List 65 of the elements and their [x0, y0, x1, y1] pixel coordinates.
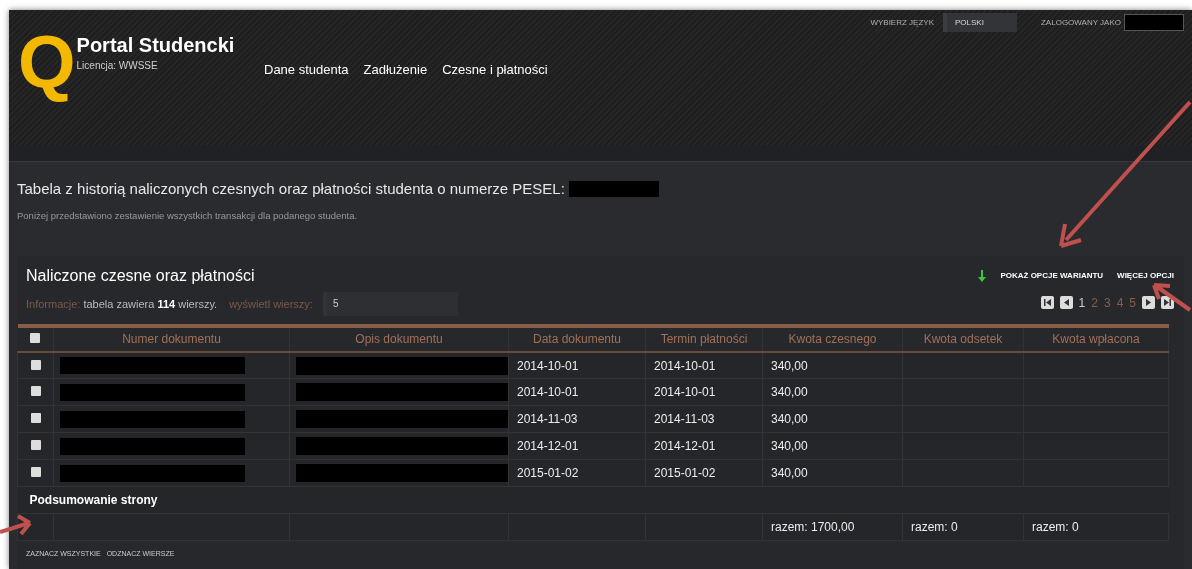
nav-link[interactable]: Dane studenta [264, 60, 349, 80]
last-page-icon [1164, 299, 1171, 307]
table-cell: 2015-01-02 [645, 459, 763, 487]
next-page-icon [1145, 299, 1152, 307]
table-cell: 2014-10-01 [508, 351, 646, 379]
total-cell: razem: 1700,00 [762, 513, 903, 541]
table-cell: 2014-10-01 [645, 351, 763, 379]
info-label: Informacje: [26, 296, 81, 312]
column-header[interactable]: Kwota odsetek [902, 325, 1024, 352]
table-cell: 2014-11-03 [508, 405, 646, 433]
panel-title: Naliczone czesne oraz płatności [26, 265, 256, 286]
first-page-icon [1043, 299, 1051, 307]
table-cell: 2014-12-01 [508, 432, 646, 460]
variant-options-link[interactable]: POKAŻ OPCJE WARIANTU [1000, 269, 1104, 282]
column-header[interactable]: Kwota czesnego [762, 325, 903, 352]
language-select[interactable]: POLSKI [943, 13, 1017, 32]
page-link[interactable]: 5 [1129, 293, 1136, 312]
language-label: WYBIERZ JĘZYK [870, 16, 934, 29]
checkbox[interactable] [30, 413, 41, 424]
rows-input[interactable]: 5 [322, 291, 458, 316]
column-header[interactable]: Data dokumentu [508, 325, 646, 352]
previous-page-button[interactable] [1059, 296, 1073, 310]
table-cell: 2014-12-01 [645, 432, 763, 460]
table-cell: 2014-11-03 [645, 405, 763, 433]
page-link[interactable]: 1 [1078, 293, 1086, 312]
total-cell: razem: 0 [902, 513, 1024, 541]
nav-link[interactable]: Zadłużenie [363, 60, 428, 80]
redaction-bar [1124, 14, 1184, 31]
annotation-arrow [1150, 282, 1192, 312]
column-header[interactable]: Kwota wpłacona [1023, 325, 1169, 352]
annotation-arrow [0, 512, 32, 536]
column-header[interactable]: Termin płatności [645, 325, 763, 352]
checkbox[interactable] [30, 440, 41, 451]
table-cell: 340,00 [762, 351, 903, 379]
previous-page-icon [1062, 299, 1070, 307]
table-cell: 340,00 [762, 459, 903, 487]
checkbox[interactable] [30, 386, 41, 397]
nav-link[interactable]: Czesne i płatności [442, 60, 548, 80]
portal-title: Portal Studencki [76, 33, 235, 58]
table-cell: 2015-01-02 [508, 459, 646, 487]
intro-heading: Tabela z historią naliczonych czesnych oraz płatności studenta o numerze PESEL: [17, 179, 565, 199]
page-link[interactable]: 3 [1103, 293, 1111, 312]
rows-label: wyświetl wierszy: [229, 296, 313, 312]
info-text: tabela zawiera 114 wierszy. [83, 296, 218, 312]
next-page-button[interactable] [1142, 296, 1155, 310]
download-arrow-icon [978, 269, 987, 282]
page-link[interactable]: 4 [1116, 293, 1124, 312]
column-header[interactable]: Opis dokumentu [289, 325, 509, 352]
intro-text: Poniżej przedstawiono zestawienie wszystkich transakcji dla podanego studenta. [17, 208, 359, 223]
more-options-link[interactable]: WIĘCEJ OPCJI [1117, 269, 1174, 282]
table-cell: 340,00 [762, 378, 903, 406]
first-page-button[interactable] [1040, 296, 1054, 310]
logo-letter: Q [18, 20, 76, 104]
license-text: Licencja: WWSSE [76, 59, 159, 73]
checkbox[interactable] [30, 333, 41, 344]
column-header[interactable]: Numer dokumentu [53, 325, 290, 352]
total-cell: razem: 0 [1023, 513, 1169, 541]
logged-in-label: ZALOGOWANY JAKO [1041, 16, 1121, 29]
checkbox[interactable] [30, 359, 41, 370]
page-link[interactable]: 2 [1091, 293, 1098, 312]
table-cell: 340,00 [762, 405, 903, 433]
table-cell: 2014-10-01 [645, 378, 763, 406]
checkbox[interactable] [30, 467, 41, 478]
table-cell: 340,00 [762, 432, 903, 460]
table-cell: 2014-10-01 [508, 378, 646, 406]
